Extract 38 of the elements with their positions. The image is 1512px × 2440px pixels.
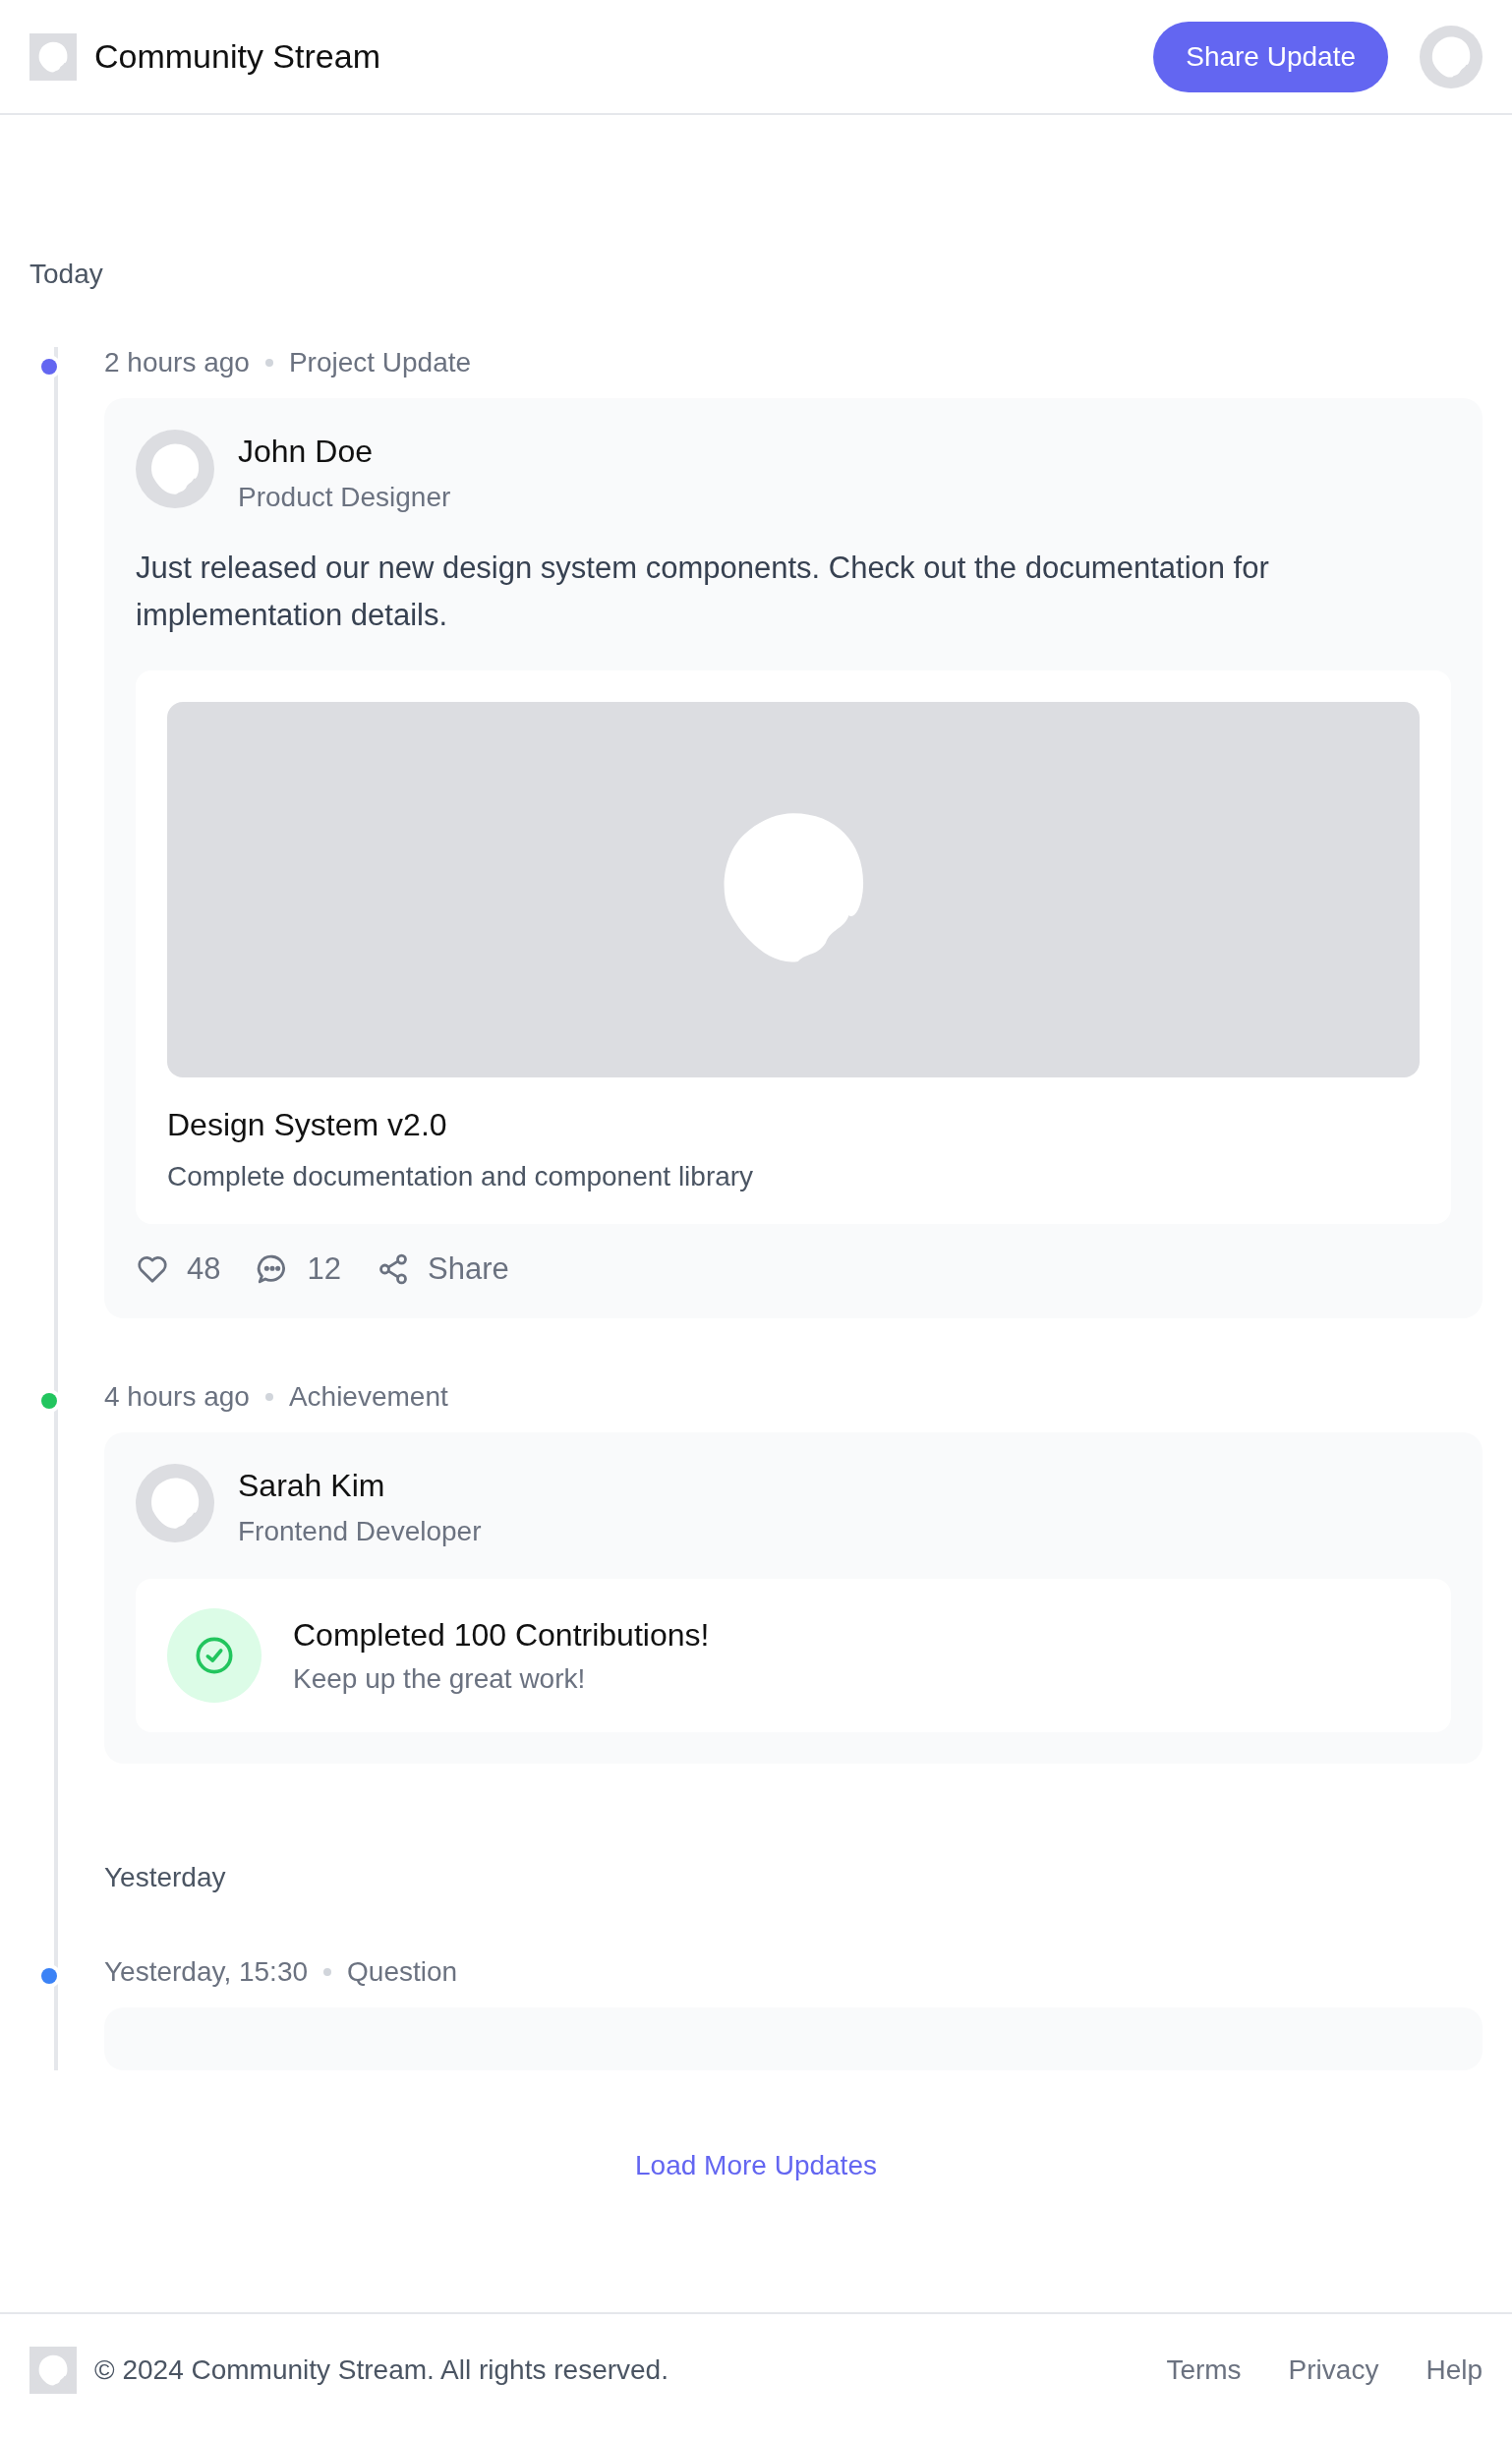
author-role: Product Designer [238,482,451,513]
check-circle-icon [195,1636,234,1676]
separator-dot [323,1968,332,1977]
logo-icon [29,2347,77,2395]
separator-dot [264,359,273,367]
logo-icon [29,32,77,81]
post-time: 4 hours ago [104,1381,250,1414]
heart-icon [136,1254,169,1285]
share-button[interactable]: Share [376,1251,509,1288]
avatar-icon [136,1464,214,1543]
post-category: Project Update [288,347,472,378]
like-button[interactable]: 48 [136,1251,221,1288]
footer-link[interactable]: Terms [1166,2354,1242,2387]
post-text: Just released our new design system components. Check out the documentation for implementation details. [136,550,1270,635]
attachment-description: Complete documentation and component library [167,1161,755,1193]
app-title: Community Stream [94,37,380,76]
copyright-text: © 2024 Community Stream. All rights reserved. [94,2354,669,2387]
post-category: Question [347,1956,458,1989]
post-category: Achievement [288,1381,448,1414]
achievement-subtitle: Keep up the great work! [293,1662,587,1695]
avatar-icon [1420,25,1483,88]
post-time: Yesterday, 15:30 [104,1956,309,1989]
footer-link[interactable]: Privacy [1288,2354,1379,2387]
day-label: Yesterday [104,1862,227,1894]
load-more-link[interactable]: Load More Updates [629,2149,883,2183]
attachment-title: Design System v2.0 [167,1107,448,1144]
post-time: 2 hours ago [104,347,250,378]
author-name: Sarah Kim [238,1468,386,1505]
author-role: Frontend Developer [238,1516,482,1548]
separator-dot [264,1393,273,1402]
author-name: John Doe [238,434,374,470]
achievement-title: Completed 100 Contributions! [293,1616,710,1654]
section-label: Today [29,259,104,290]
footer-link[interactable]: Help [1425,2354,1483,2387]
avatar-icon [136,430,214,508]
attachment-card[interactable]: Design System v2.0 Complete documentation and component library [136,670,1451,1225]
share-update-button[interactable]: Share Update [1153,21,1388,92]
comment-button[interactable]: 12 [256,1251,341,1288]
